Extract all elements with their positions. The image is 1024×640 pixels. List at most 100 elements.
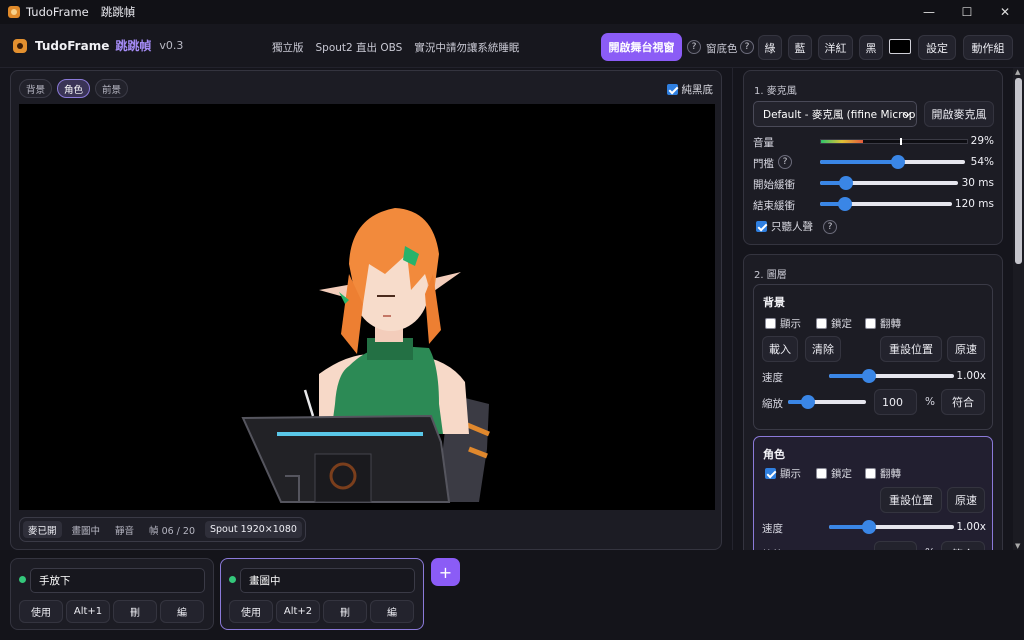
edit-action-button[interactable]: 編 bbox=[160, 600, 204, 623]
bg-speed-slider[interactable] bbox=[829, 369, 954, 383]
window-bg-label: 窗底色 bbox=[706, 43, 738, 55]
window-titlebar: TudoFrame 跳跳幀 — ☐ ✕ bbox=[0, 0, 1024, 24]
scroll-up-icon[interactable]: ▲ bbox=[1015, 68, 1020, 76]
char-speed-label: 速度 bbox=[762, 523, 783, 535]
char-show-checkbox[interactable] bbox=[765, 468, 776, 479]
slider-knob[interactable] bbox=[862, 369, 877, 383]
release-slider[interactable] bbox=[820, 197, 952, 211]
bg-clear-button[interactable]: 清除 bbox=[805, 336, 841, 362]
char-flip-label: 翻轉 bbox=[880, 468, 901, 480]
magenta-bg-button[interactable]: 洋紅 bbox=[818, 35, 853, 60]
bg-speed-value: 1.00x bbox=[956, 370, 986, 382]
app-icon bbox=[8, 6, 20, 18]
slider-knob[interactable] bbox=[837, 197, 852, 211]
bg-lock-toggle[interactable]: 鎖定 bbox=[816, 316, 852, 331]
action-name-input[interactable]: 手放下 bbox=[30, 568, 205, 593]
drawing-status: 畫圖中 bbox=[71, 525, 101, 537]
open-mic-button[interactable]: 開啟麥克風 bbox=[924, 101, 994, 127]
bg-flip-checkbox[interactable] bbox=[865, 318, 876, 329]
maximize-button[interactable]: ☐ bbox=[948, 0, 986, 24]
bg-speed-label: 速度 bbox=[762, 372, 783, 384]
minimize-button[interactable]: — bbox=[910, 0, 948, 24]
action-name-input[interactable]: 畫圖中 bbox=[240, 568, 415, 593]
bg-scale-input[interactable]: 100 bbox=[874, 389, 917, 415]
status-bar: 麥已開 畫圖中 靜音 幀 06 / 20 Spout 1920×1080 bbox=[19, 517, 306, 542]
window-title: TudoFrame 跳跳幀 bbox=[26, 5, 136, 19]
release-value: 120 ms bbox=[954, 198, 994, 210]
bg-fit-button[interactable]: 符合 bbox=[941, 389, 985, 415]
slider-knob[interactable] bbox=[838, 176, 853, 190]
bg-scale-slider[interactable] bbox=[788, 395, 866, 409]
char-speed-slider[interactable] bbox=[829, 520, 954, 534]
delete-action-button[interactable]: 刪 bbox=[113, 600, 157, 623]
delete-action-button[interactable]: 刪 bbox=[323, 600, 367, 623]
tab-character[interactable]: 角色 bbox=[57, 79, 91, 98]
active-dot-icon bbox=[229, 576, 236, 583]
black-bg-label: 純黑底 bbox=[681, 84, 714, 96]
open-stage-window-button[interactable]: 開啟舞台視窗 bbox=[601, 33, 682, 61]
edit-action-button[interactable]: 編 bbox=[370, 600, 414, 623]
gate-slider[interactable] bbox=[820, 155, 965, 169]
settings-scrollbar[interactable]: ▲ ▼ bbox=[1013, 68, 1024, 550]
black-bg-checkbox[interactable] bbox=[666, 84, 678, 95]
bg-reset-position-button[interactable]: 重設位置 bbox=[880, 336, 942, 362]
char-lock-toggle[interactable]: 鎖定 bbox=[816, 466, 852, 481]
action-card: 手放下 使用 Alt+1 刪 編 bbox=[10, 558, 214, 630]
black-bg-toggle[interactable]: 純黑底 bbox=[666, 82, 714, 97]
black-bg-button[interactable]: 黑 bbox=[859, 35, 883, 60]
voice-only-checkbox[interactable] bbox=[756, 221, 767, 232]
layer-tabs: 背景 角色 前景 bbox=[19, 79, 129, 98]
layers-card-title: 2. 圖層 bbox=[754, 270, 787, 281]
char-reset-position-button[interactable]: 重設位置 bbox=[880, 487, 942, 513]
use-action-button[interactable]: 使用 bbox=[19, 600, 63, 623]
action-bar: 手放下 使用 Alt+1 刪 編 畫圖中 使用 Alt+2 刪 編 + bbox=[0, 550, 1024, 640]
help-icon[interactable]: ? bbox=[823, 219, 837, 234]
help-icon[interactable]: ? bbox=[740, 40, 754, 54]
add-action-button[interactable]: + bbox=[431, 558, 460, 586]
bg-lock-checkbox[interactable] bbox=[816, 318, 827, 329]
bg-color-swatch[interactable] bbox=[889, 39, 911, 54]
tab-background[interactable]: 背景 bbox=[19, 79, 53, 98]
tab-foreground[interactable]: 前景 bbox=[95, 79, 129, 98]
layers-card: 2. 圖層 背景 顯示 鎖定 翻轉 載入 清除 重設位置 原速 速度 1.00x… bbox=[743, 254, 1003, 550]
use-action-button[interactable]: 使用 bbox=[229, 600, 273, 623]
char-flip-toggle[interactable]: 翻轉 bbox=[865, 466, 901, 481]
mode-tag: 獨立版 bbox=[272, 42, 304, 54]
char-original-speed-button[interactable]: 原速 bbox=[947, 487, 985, 513]
bg-show-checkbox[interactable] bbox=[765, 318, 776, 329]
green-bg-button[interactable]: 綠 bbox=[758, 35, 782, 60]
slider-knob[interactable] bbox=[890, 155, 905, 169]
background-layer-card: 背景 顯示 鎖定 翻轉 載入 清除 重設位置 原速 速度 1.00x 縮放 10 bbox=[753, 284, 993, 430]
stage-canvas[interactable] bbox=[19, 104, 715, 510]
char-lock-checkbox[interactable] bbox=[816, 468, 827, 479]
action-card: 畫圖中 使用 Alt+2 刪 編 bbox=[220, 558, 424, 630]
char-show-toggle[interactable]: 顯示 bbox=[765, 466, 801, 481]
bg-original-speed-button[interactable]: 原速 bbox=[947, 336, 985, 362]
blue-bg-button[interactable]: 藍 bbox=[788, 35, 812, 60]
char-fit-button[interactable]: 符合 bbox=[941, 541, 985, 550]
hotkey-button[interactable]: Alt+2 bbox=[276, 600, 320, 623]
bg-load-button[interactable]: 載入 bbox=[762, 336, 798, 362]
close-button[interactable]: ✕ bbox=[986, 0, 1024, 24]
help-icon[interactable]: ? bbox=[687, 40, 701, 54]
help-icon[interactable]: ? bbox=[778, 155, 792, 169]
gate-marker bbox=[899, 138, 902, 145]
scrollbar-thumb[interactable] bbox=[1015, 78, 1022, 264]
bg-scale-label: 縮放 bbox=[762, 398, 783, 410]
settings-button[interactable]: 設定 bbox=[918, 35, 956, 60]
voice-only-toggle[interactable]: 只聽人聲 ? bbox=[756, 219, 837, 234]
char-scale-input[interactable]: 30 bbox=[874, 541, 917, 550]
attack-slider[interactable] bbox=[820, 176, 958, 190]
bg-flip-label: 翻轉 bbox=[880, 318, 901, 330]
scroll-down-icon[interactable]: ▼ bbox=[1015, 542, 1020, 550]
bg-show-toggle[interactable]: 顯示 bbox=[765, 316, 801, 331]
char-flip-checkbox[interactable] bbox=[865, 468, 876, 479]
gate-label: 門檻 bbox=[753, 158, 774, 170]
action-group-button[interactable]: 動作組 bbox=[963, 35, 1013, 60]
slider-knob[interactable] bbox=[862, 520, 877, 534]
hotkey-button[interactable]: Alt+1 bbox=[66, 600, 110, 623]
version-label: v0.3 bbox=[159, 39, 184, 52]
slider-knob[interactable] bbox=[800, 395, 815, 409]
bg-flip-toggle[interactable]: 翻轉 bbox=[865, 316, 901, 331]
mic-device-select[interactable]: Default - 麥克風 (fifine Microphone) bbox=[753, 101, 917, 127]
